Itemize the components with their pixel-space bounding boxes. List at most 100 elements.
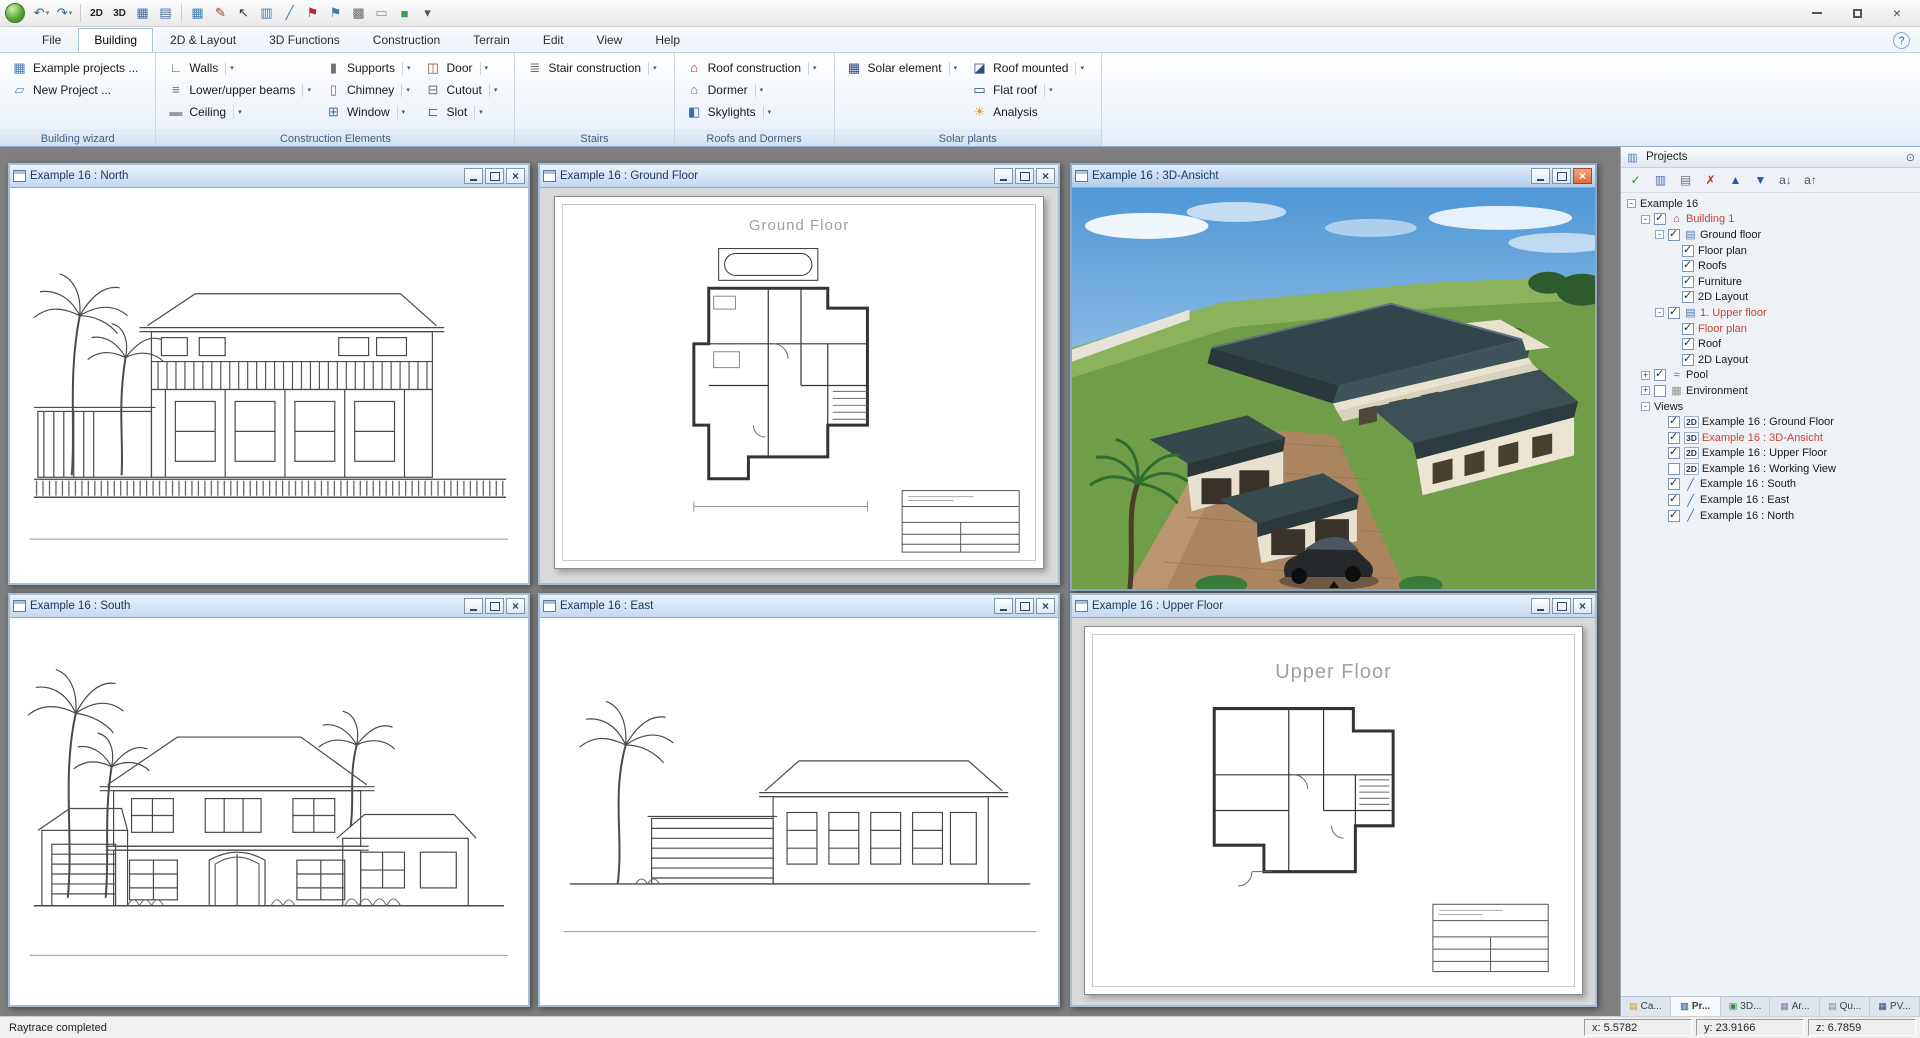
apply-icon[interactable]: ✓ xyxy=(1624,170,1647,191)
tree-checkbox[interactable] xyxy=(1668,416,1680,428)
dropdown-arrow-icon[interactable]: ▾ xyxy=(233,106,242,119)
tree-checkbox[interactable] xyxy=(1668,229,1680,241)
tree-checkbox[interactable] xyxy=(1682,291,1694,303)
tree-item-2d-layout[interactable]: 2D Layout xyxy=(1623,352,1918,368)
slope-icon[interactable]: ╱ xyxy=(278,2,301,24)
ground-floor-canvas[interactable]: Ground Floor xyxy=(540,188,1058,583)
close-button[interactable] xyxy=(506,598,525,614)
pin-icon[interactable]: ⊙ xyxy=(1906,151,1915,164)
tree-checkbox[interactable] xyxy=(1682,323,1694,335)
dropdown-arrow-icon[interactable]: ▾ xyxy=(808,62,817,75)
grid-icon[interactable]: ▦ xyxy=(186,2,209,24)
pen-icon[interactable]: ✎ xyxy=(209,2,232,24)
view-2d-icon[interactable]: 2D xyxy=(85,2,108,24)
tree-item-views[interactable]: -Views xyxy=(1623,399,1918,415)
ribbon-button-flat-roof[interactable]: ▭Flat roof▾ xyxy=(967,79,1088,101)
tree-item-example-16-south[interactable]: ╱Example 16 : South xyxy=(1623,477,1918,493)
tab-file[interactable]: File xyxy=(26,28,77,52)
upper-floor-canvas[interactable]: Upper Floor xyxy=(1072,618,1595,1005)
tree-item-floor-plan[interactable]: Floor plan xyxy=(1623,321,1918,337)
report-icon[interactable]: ▥ xyxy=(1649,170,1672,191)
tree-item-example-16-east[interactable]: ╱Example 16 : East xyxy=(1623,492,1918,508)
view-3d-icon[interactable]: 3D xyxy=(108,2,131,24)
tree-item-furniture[interactable]: Furniture xyxy=(1623,274,1918,290)
ribbon-button-solar-element[interactable]: ▦Solar element▾ xyxy=(842,57,962,79)
tree-checkbox[interactable] xyxy=(1654,385,1666,397)
tree-item-example-16[interactable]: -Example 16 xyxy=(1623,196,1918,212)
window-east-titlebar[interactable]: Example 16 : East xyxy=(540,595,1058,618)
threed-render-canvas[interactable] xyxy=(1072,188,1595,589)
maximize-button[interactable] xyxy=(1015,598,1034,614)
maximize-button[interactable] xyxy=(1552,168,1571,184)
tree-expander-icon[interactable]: + xyxy=(1641,386,1650,395)
dropdown-arrow-icon[interactable]: ▾ xyxy=(225,62,234,75)
ribbon-button-new-project[interactable]: ▱New Project ... xyxy=(7,79,142,101)
tab-building[interactable]: Building xyxy=(78,28,153,52)
tree-item-example-16-upper-floor[interactable]: 2DExample 16 : Upper Floor xyxy=(1623,446,1918,462)
tree-item-roofs[interactable]: Roofs xyxy=(1623,258,1918,274)
undo-icon[interactable]: ↶▾ xyxy=(30,2,53,24)
ribbon-button-roof-mounted[interactable]: ◪Roof mounted▾ xyxy=(967,57,1088,79)
tree-checkbox[interactable] xyxy=(1668,307,1680,319)
tab-pv[interactable]: ▦PV... xyxy=(1870,997,1920,1016)
tree-checkbox[interactable] xyxy=(1682,338,1694,350)
view-rotation-marker[interactable] xyxy=(1329,581,1339,588)
window-south-titlebar[interactable]: Example 16 : South xyxy=(10,595,528,618)
south-elevation-canvas[interactable] xyxy=(10,618,528,1005)
material-icon[interactable]: ■ xyxy=(393,2,416,24)
tree-checkbox[interactable] xyxy=(1682,260,1694,272)
tree-item-example-16-3d-ansicht[interactable]: 3DExample 16 : 3D-Ansicht xyxy=(1623,430,1918,446)
tree-item-roof[interactable]: Roof xyxy=(1623,336,1918,352)
print-icon[interactable]: ▤ xyxy=(1674,170,1697,191)
ribbon-button-door[interactable]: ◫Door▾ xyxy=(421,57,502,79)
tree-checkbox[interactable] xyxy=(1668,478,1680,490)
dropdown-arrow-icon[interactable]: ▾ xyxy=(949,62,958,75)
tree-item-example-16-north[interactable]: ╱Example 16 : North xyxy=(1623,508,1918,524)
redo-icon[interactable]: ↷▾ xyxy=(53,2,76,24)
tab-3d-functions[interactable]: 3D Functions xyxy=(253,28,356,52)
dropdown-arrow-icon[interactable]: ▾ xyxy=(397,106,406,119)
tree-item-2d-layout[interactable]: 2D Layout xyxy=(1623,290,1918,306)
tab-terrain[interactable]: Terrain xyxy=(457,28,526,52)
tree-checkbox[interactable] xyxy=(1654,213,1666,225)
ribbon-button-walls[interactable]: ∟Walls▾ xyxy=(163,57,315,79)
ribbon-button-analysis[interactable]: ☀Analysis xyxy=(967,101,1088,123)
window-upper-floor[interactable]: Example 16 : Upper Floor Upper Floor xyxy=(1070,593,1597,1007)
minimize-button[interactable] xyxy=(1531,598,1550,614)
tree-checkbox[interactable] xyxy=(1682,354,1694,366)
dropdown-arrow-icon[interactable]: ▾ xyxy=(763,106,772,119)
ribbon-button-dormer[interactable]: ⌂Dormer▾ xyxy=(682,79,821,101)
move-down-icon[interactable]: ▼ xyxy=(1749,170,1772,191)
tree-checkbox[interactable] xyxy=(1668,463,1680,475)
dropdown-arrow-icon[interactable]: ▾ xyxy=(1075,62,1084,75)
app-maximize-button[interactable] xyxy=(1837,0,1877,26)
tree-expander-icon[interactable]: - xyxy=(1655,230,1664,239)
ribbon-button-slot[interactable]: ⊏Slot▾ xyxy=(421,101,502,123)
dropdown-arrow-icon[interactable]: ▾ xyxy=(46,9,50,17)
tab-2d-layout[interactable]: 2D & Layout xyxy=(154,28,252,52)
hatch-icon[interactable]: ▩ xyxy=(347,2,370,24)
dropdown-arrow-icon[interactable]: ▾ xyxy=(489,84,498,97)
tree-expander-icon[interactable]: - xyxy=(1655,308,1664,317)
sort-asc-icon[interactable]: a↓ xyxy=(1774,170,1797,191)
ribbon-button-skylights[interactable]: ◧Skylights▾ xyxy=(682,101,821,123)
ribbon-button-roof-construction[interactable]: ⌂Roof construction▾ xyxy=(682,57,821,79)
more-tools-icon[interactable]: ▾ xyxy=(416,2,439,24)
minimize-button[interactable] xyxy=(994,168,1013,184)
dropdown-arrow-icon[interactable]: ▾ xyxy=(402,62,411,75)
ribbon-button-window[interactable]: ⊞Window▾ xyxy=(321,101,415,123)
tree-item-building-1[interactable]: -⌂Building 1 xyxy=(1623,212,1918,228)
ribbon-button-example-projects[interactable]: ▦Example projects ... xyxy=(7,57,142,79)
dropdown-arrow-icon[interactable]: ▾ xyxy=(474,106,483,119)
close-button[interactable] xyxy=(1036,168,1055,184)
cascade-windows-icon[interactable]: ▤ xyxy=(154,2,177,24)
close-button[interactable] xyxy=(506,168,525,184)
tree-checkbox[interactable] xyxy=(1668,447,1680,459)
window-north-titlebar[interactable]: Example 16 : North xyxy=(10,165,528,188)
close-button[interactable] xyxy=(1573,168,1592,184)
tree-item-environment[interactable]: +▦Environment xyxy=(1623,383,1918,399)
tree-checkbox[interactable] xyxy=(1668,432,1680,444)
dropdown-arrow-icon[interactable]: ▾ xyxy=(401,84,410,97)
columns-icon[interactable]: ▥ xyxy=(255,2,278,24)
flag-blue-icon[interactable]: ⚑ xyxy=(324,2,347,24)
